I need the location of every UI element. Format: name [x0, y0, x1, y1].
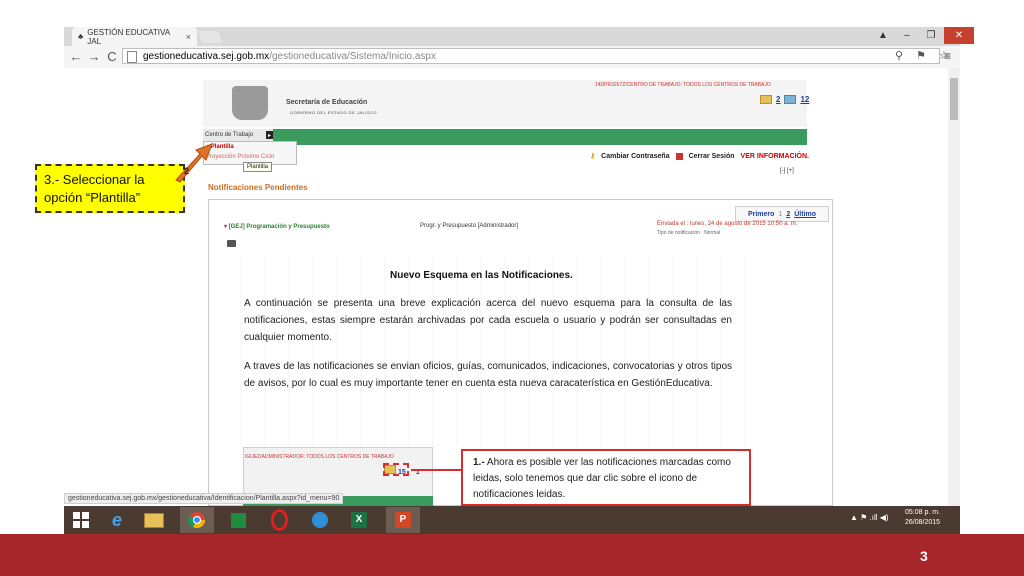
note-text: Ahora es posible ver las notificaciones …: [473, 457, 731, 500]
page-icon: [127, 51, 137, 63]
notification-type: Tipo de notificación : Normal: [657, 230, 721, 236]
app-blue-icon[interactable]: [303, 507, 337, 533]
vertical-scrollbar[interactable]: [948, 68, 960, 506]
org-subtitle: GOBIERNO DEL ESTADO DE JALISCO: [290, 110, 378, 115]
read-notifications-note: 1.- Ahora es posible ver las notificacio…: [461, 449, 751, 506]
submenu-arrow-icon[interactable]: ▸: [266, 131, 273, 139]
change-password-link[interactable]: Cambiar Contraseña: [601, 153, 669, 160]
pager-last[interactable]: Último: [794, 211, 816, 218]
jalisco-seal-logo: [232, 86, 268, 120]
message-paragraph-1: A continuación se presenta una breve exp…: [244, 298, 732, 343]
read-count[interactable]: 12: [800, 95, 809, 104]
pager-page-2[interactable]: 2: [786, 211, 790, 218]
powerpoint-icon[interactable]: P: [386, 507, 420, 533]
message-heading: Nuevo Esquema en las Notificaciones.: [390, 270, 573, 281]
notification-sender: Progr. y Presupuesto [Administrador]: [420, 223, 519, 229]
close-tab-icon[interactable]: ×: [186, 32, 191, 42]
scrollbar-thumb[interactable]: [950, 78, 958, 120]
maximize-button[interactable]: ❐: [920, 27, 942, 44]
close-window-button[interactable]: ✕: [944, 27, 974, 44]
session-actions: ⚷ Cambiar Contraseña Cerrar Sesión VER I…: [590, 152, 809, 160]
browser-menu-icon[interactable]: ≡: [944, 49, 951, 63]
taskbar-clock[interactable]: 05:08 p. m. 26/08/2015: [905, 508, 940, 528]
chrome-icon[interactable]: [180, 507, 214, 533]
store-icon[interactable]: [221, 507, 255, 533]
tab-title: GESTIÓN EDUCATIVA JAL: [87, 27, 170, 46]
pager-page-1: 1: [778, 210, 783, 218]
window-controls: ▲ – ❐ ✕: [872, 27, 974, 46]
message-paragraph-2: A traves de las notificaciones se envian…: [244, 361, 732, 389]
inset-workcenter-text: IGUEZ/ADMINISTRADOR: TODOS LOS CENTROS D…: [245, 454, 394, 460]
clock-date: 26/08/2015: [905, 519, 941, 526]
slide-footer-bar: [0, 534, 1024, 576]
notification-sent-date: Enviada el : lunes, 24 de agosto de 2015…: [657, 221, 798, 227]
unread-count[interactable]: 2: [776, 95, 780, 104]
org-title: Secretaría de Educación: [286, 99, 368, 106]
back-button[interactable]: ←: [68, 48, 84, 64]
slide-page-number: 3: [920, 548, 928, 564]
reload-button[interactable]: C: [104, 48, 120, 64]
plantilla-tooltip: Plantilla: [243, 162, 273, 172]
file-explorer-icon[interactable]: [137, 507, 171, 533]
message-background: [240, 256, 750, 446]
url-host: gestioneducativa.sej.gob.mx: [143, 50, 270, 62]
step-arrow-icon: 2: [175, 143, 213, 183]
logout-link[interactable]: Cerrar Sesión: [689, 153, 735, 160]
browser-status-url: gestioneducativa.sej.gob.mx/gestioneduca…: [64, 493, 344, 504]
excel-icon[interactable]: X: [342, 507, 376, 533]
note-number: 1.-: [473, 457, 485, 468]
user-icon[interactable]: ▲: [872, 27, 894, 44]
key-icon: ⚷: [590, 153, 596, 160]
print-icon[interactable]: [227, 240, 236, 247]
view-info-link[interactable]: VER INFORMACIÓN.: [741, 153, 809, 160]
inset-highlight-box: [383, 463, 409, 476]
forward-button[interactable]: →: [86, 48, 102, 64]
minimize-button[interactable]: –: [896, 27, 918, 44]
step-arrow-number: 2: [184, 166, 189, 176]
notification-pager: Primero 1 2 Último: [735, 206, 829, 222]
url-path: /gestioneducativa/Sistema/Inicio.aspx: [269, 50, 436, 62]
unread-folder-icon[interactable]: [760, 95, 772, 104]
start-button[interactable]: [64, 507, 98, 533]
user-workcenter: 14DPR3267Z/CENTRO DE TRABAJO: TODOS LOS …: [595, 82, 771, 88]
read-folder-icon[interactable]: [784, 95, 797, 104]
opera-icon[interactable]: [262, 507, 296, 533]
browser-title-bar: [64, 27, 960, 46]
address-bar[interactable]: gestioneducativa.sej.gob.mx/gestioneduca…: [122, 48, 940, 64]
system-tray[interactable]: ▲ ⚑ .ıll ◀): [850, 513, 889, 522]
notifications-title: Notificaciones Pendientes: [208, 183, 308, 192]
logout-icon: [675, 152, 683, 160]
collapse-expand-controls[interactable]: [-] [+]: [780, 168, 794, 174]
new-tab-button[interactable]: [197, 31, 223, 43]
menu-item-proyeccion[interactable]: Proyección Próximo Ciclo: [206, 154, 274, 160]
notification-program-label: [GEJ] Programación y Presupuesto: [228, 224, 330, 230]
callout-connector-line: [411, 469, 461, 471]
pager-first[interactable]: Primero: [748, 211, 774, 218]
clock-time: 05:08 p. m.: [905, 509, 941, 516]
page-favicon-icon: ♣: [78, 32, 84, 41]
notification-counters: 2 12: [760, 95, 809, 104]
browser-tab[interactable]: ♣ GESTIÓN EDUCATIVA JAL ×: [72, 27, 197, 46]
notification-program[interactable]: ▾ [GEJ] Programación y Presupuesto: [224, 223, 330, 230]
instruction-callout: 3.- Seleccionar la opción “Plantilla”: [35, 164, 185, 213]
internet-explorer-icon[interactable]: e: [100, 507, 134, 533]
